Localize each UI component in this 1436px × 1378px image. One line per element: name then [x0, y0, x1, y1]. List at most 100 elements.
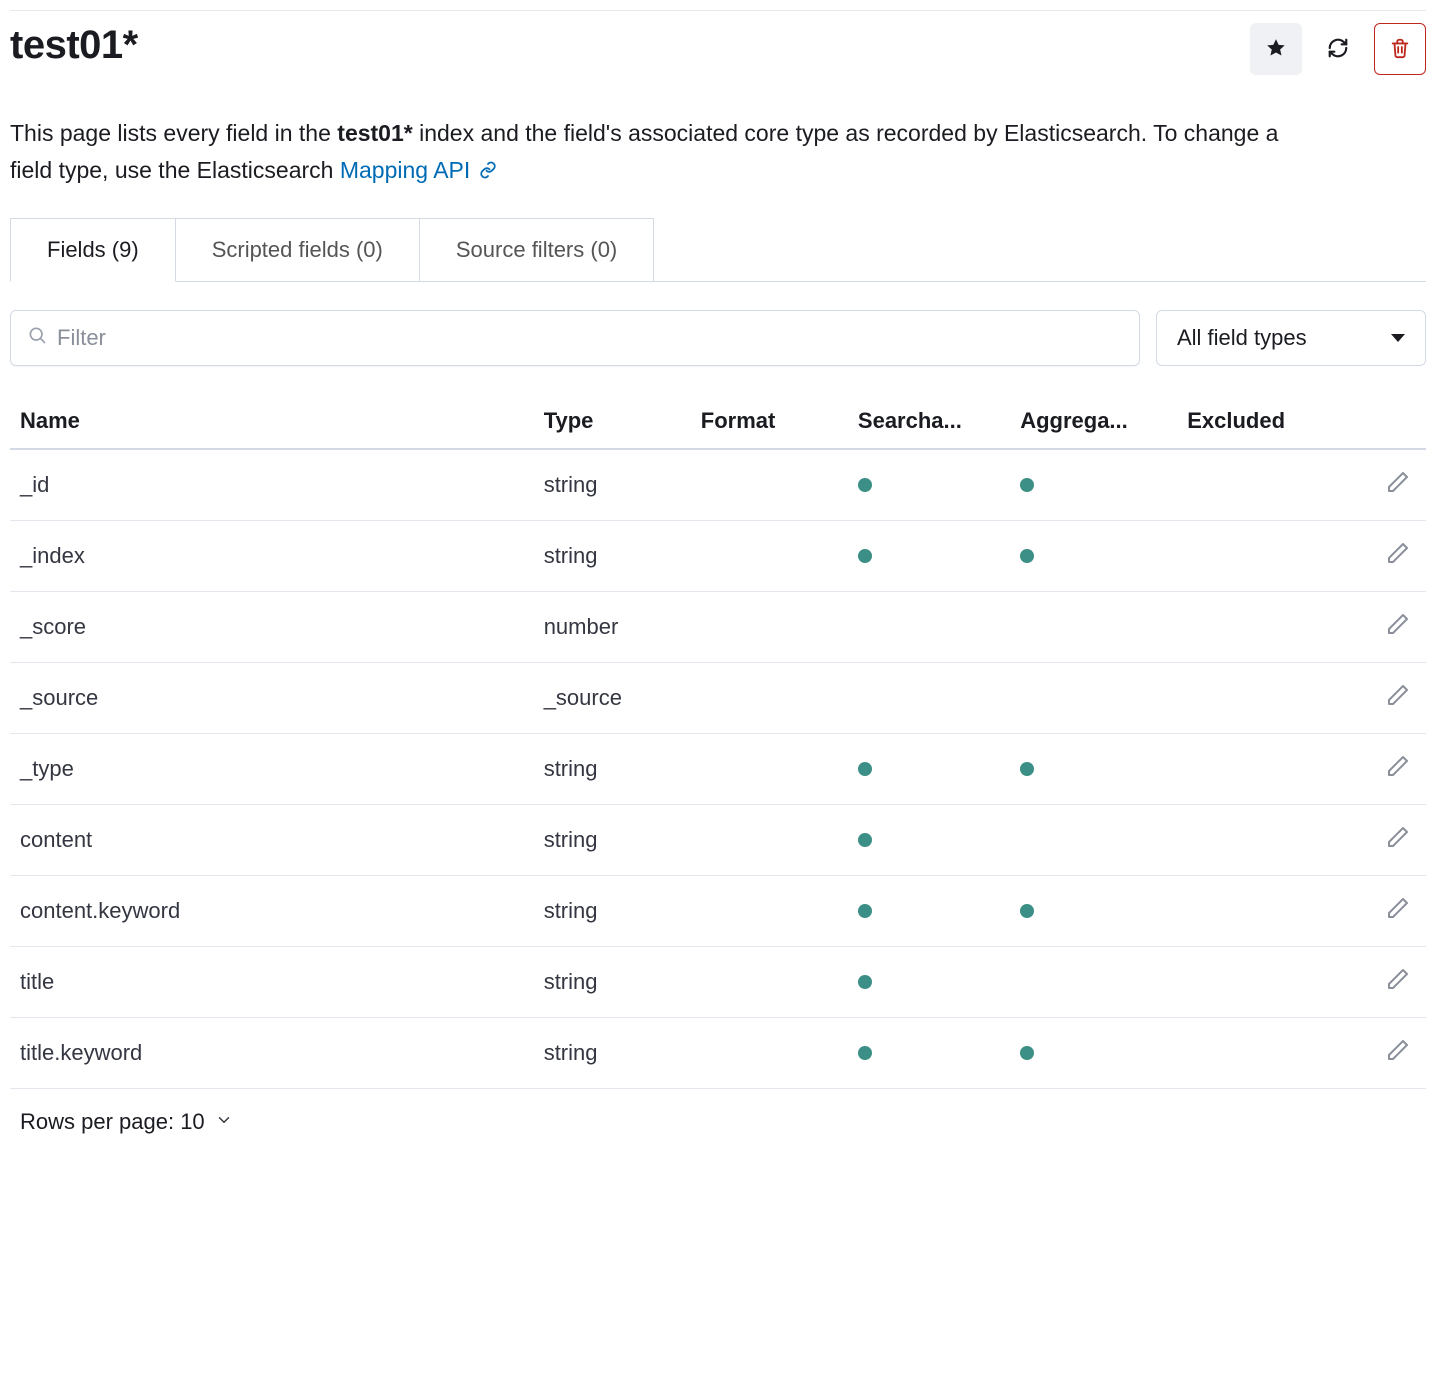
- edit-field-button[interactable]: [1386, 754, 1410, 781]
- cell-format: [691, 876, 848, 947]
- cell-format: [691, 947, 848, 1018]
- filter-input[interactable]: [57, 325, 1123, 351]
- cell-type: string: [534, 1018, 691, 1089]
- cell-aggregatable: [1010, 663, 1177, 734]
- header-actions: [1250, 23, 1426, 75]
- filter-input-wrap[interactable]: [10, 310, 1140, 366]
- cell-searchable: [848, 734, 1010, 805]
- cell-excluded: [1177, 876, 1334, 947]
- edit-field-button[interactable]: [1386, 470, 1410, 497]
- refresh-button[interactable]: [1312, 23, 1364, 75]
- edit-field-button[interactable]: [1386, 825, 1410, 852]
- cell-aggregatable: [1010, 1018, 1177, 1089]
- col-excluded[interactable]: Excluded: [1177, 394, 1334, 449]
- cell-aggregatable: [1010, 521, 1177, 592]
- cell-excluded: [1177, 521, 1334, 592]
- cell-type: string: [534, 449, 691, 521]
- cell-name: _type: [10, 734, 534, 805]
- table-row: contentstring: [10, 805, 1426, 876]
- cell-aggregatable: [1010, 947, 1177, 1018]
- table-row: titlestring: [10, 947, 1426, 1018]
- edit-field-button[interactable]: [1386, 612, 1410, 639]
- edit-field-button[interactable]: [1386, 896, 1410, 923]
- pencil-icon: [1386, 967, 1410, 994]
- tab-0[interactable]: Fields (9): [10, 218, 176, 282]
- dot-icon: [858, 904, 872, 918]
- cell-type: string: [534, 876, 691, 947]
- rows-per-page[interactable]: Rows per page: 10: [10, 1089, 1426, 1145]
- col-type[interactable]: Type: [534, 394, 691, 449]
- dot-icon: [858, 975, 872, 989]
- cell-aggregatable: [1010, 449, 1177, 521]
- rows-per-page-label: Rows per page: 10: [20, 1109, 205, 1135]
- table-row: _source_source: [10, 663, 1426, 734]
- cell-aggregatable: [1010, 734, 1177, 805]
- cell-searchable: [848, 876, 1010, 947]
- tab-1[interactable]: Scripted fields (0): [175, 218, 420, 281]
- cell-searchable: [848, 449, 1010, 521]
- table-row: _typestring: [10, 734, 1426, 805]
- cell-format: [691, 1018, 848, 1089]
- cell-searchable: [848, 947, 1010, 1018]
- col-name[interactable]: Name: [10, 394, 534, 449]
- dot-icon: [1020, 762, 1034, 776]
- table-row: _scorenumber: [10, 592, 1426, 663]
- edit-field-button[interactable]: [1386, 1038, 1410, 1065]
- desc-index-name: test01*: [337, 120, 412, 146]
- pencil-icon: [1386, 683, 1410, 710]
- cell-name: title: [10, 947, 534, 1018]
- cell-aggregatable: [1010, 805, 1177, 876]
- cell-excluded: [1177, 663, 1334, 734]
- edit-field-button[interactable]: [1386, 967, 1410, 994]
- cell-type: number: [534, 592, 691, 663]
- pencil-icon: [1386, 612, 1410, 639]
- table-row: _indexstring: [10, 521, 1426, 592]
- dot-icon: [858, 478, 872, 492]
- delete-button[interactable]: [1374, 23, 1426, 75]
- table-row: _idstring: [10, 449, 1426, 521]
- cell-format: [691, 805, 848, 876]
- cell-name: _source: [10, 663, 534, 734]
- cell-excluded: [1177, 805, 1334, 876]
- cell-excluded: [1177, 734, 1334, 805]
- chevron-down-icon: [215, 1109, 233, 1135]
- pencil-icon: [1386, 1038, 1410, 1065]
- page-title: test01*: [10, 23, 138, 68]
- table-row: title.keywordstring: [10, 1018, 1426, 1089]
- cell-excluded: [1177, 592, 1334, 663]
- desc-prefix: This page lists every field in the: [10, 120, 337, 146]
- cell-type: _source: [534, 663, 691, 734]
- tab-2[interactable]: Source filters (0): [419, 218, 654, 281]
- col-aggregatable[interactable]: Aggrega...: [1010, 394, 1177, 449]
- mapping-api-link[interactable]: Mapping API: [340, 157, 470, 183]
- caret-down-icon: [1391, 334, 1405, 342]
- external-link-icon: [479, 153, 497, 190]
- cell-name: content: [10, 805, 534, 876]
- edit-field-button[interactable]: [1386, 683, 1410, 710]
- search-icon: [27, 325, 57, 351]
- cell-format: [691, 521, 848, 592]
- col-searchable[interactable]: Searcha...: [848, 394, 1010, 449]
- set-default-button[interactable]: [1250, 23, 1302, 75]
- cell-searchable: [848, 663, 1010, 734]
- col-format[interactable]: Format: [691, 394, 848, 449]
- edit-field-button[interactable]: [1386, 541, 1410, 568]
- refresh-icon: [1327, 37, 1349, 62]
- field-type-select[interactable]: All field types: [1156, 310, 1426, 366]
- pencil-icon: [1386, 541, 1410, 568]
- cell-type: string: [534, 947, 691, 1018]
- cell-name: title.keyword: [10, 1018, 534, 1089]
- cell-searchable: [848, 1018, 1010, 1089]
- field-type-select-label: All field types: [1177, 325, 1307, 351]
- pencil-icon: [1386, 896, 1410, 923]
- cell-searchable: [848, 805, 1010, 876]
- dot-icon: [1020, 549, 1034, 563]
- cell-name: _index: [10, 521, 534, 592]
- cell-type: string: [534, 521, 691, 592]
- cell-type: string: [534, 805, 691, 876]
- tabs: Fields (9)Scripted fields (0)Source filt…: [10, 218, 1426, 282]
- description: This page lists every field in the test0…: [10, 115, 1320, 190]
- cell-format: [691, 734, 848, 805]
- table-row: content.keywordstring: [10, 876, 1426, 947]
- cell-searchable: [848, 592, 1010, 663]
